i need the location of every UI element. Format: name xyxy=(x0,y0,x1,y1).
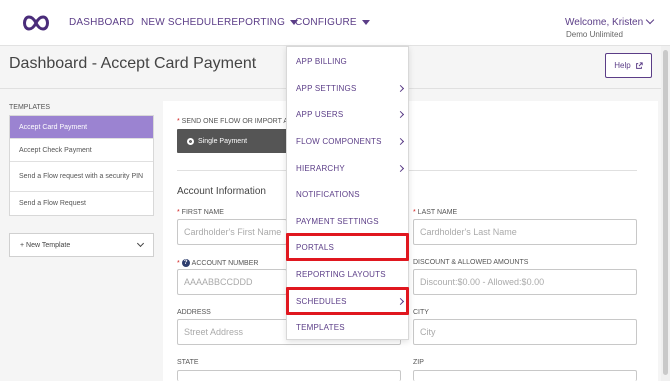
city-label: CITY xyxy=(413,309,429,316)
info-icon[interactable]: ? xyxy=(181,259,190,267)
last-name-label-text: LAST NAME xyxy=(417,209,458,216)
chevron-right-icon xyxy=(396,164,405,173)
discount-field[interactable]: Discount:$0.00 - Allowed:$0.00 xyxy=(413,269,637,295)
help-button-label: Help xyxy=(614,61,631,70)
menu-item-portals[interactable]: PORTALS xyxy=(296,243,334,252)
first-name-field[interactable]: Cardholder's First Name xyxy=(177,219,287,245)
new-template-dropdown[interactable]: + New Template xyxy=(9,233,154,257)
nav-dashboard[interactable]: DASHBOARD xyxy=(69,17,134,28)
account-information-heading: Account Information xyxy=(177,186,266,197)
nav-configure[interactable]: CONFIGURE xyxy=(295,17,370,28)
discount-label: DISCOUNT & ALLOWED AMOUNTS xyxy=(413,259,529,266)
configure-dropdown-menu: APP BILLING APP SETTINGS APP USERS FLOW … xyxy=(286,46,409,340)
last-name-label: * LAST NAME xyxy=(413,209,457,216)
nav-reporting-label: REPORTING xyxy=(224,17,286,28)
flow-mode-label-text: SEND ONE FLOW OR IMPORT A xyxy=(181,118,288,125)
menu-item-app-billing[interactable]: APP BILLING xyxy=(296,57,347,66)
city-field[interactable]: City xyxy=(413,319,637,345)
chevron-right-icon xyxy=(396,137,405,146)
address-label: ADDRESS xyxy=(177,309,211,316)
zip-field[interactable] xyxy=(413,370,637,381)
nav-configure-label: CONFIGURE xyxy=(295,17,357,28)
menu-item-payment-settings[interactable]: PAYMENT SETTINGS xyxy=(296,217,379,226)
chevron-down-icon xyxy=(136,239,145,247)
zip-label: ZIP xyxy=(413,359,424,366)
menu-item-app-settings[interactable]: APP SETTINGS xyxy=(296,84,357,93)
menu-item-app-users[interactable]: APP USERS xyxy=(296,110,343,119)
radio-selected-icon xyxy=(187,137,194,145)
nav-reporting[interactable]: REPORTING xyxy=(224,17,299,28)
organization-name: Demo Unlimited xyxy=(566,30,623,39)
chevron-down-icon xyxy=(645,15,655,25)
chevron-right-icon xyxy=(396,110,405,119)
caret-down-icon xyxy=(361,19,370,25)
template-flow-request-pin[interactable]: Send a Flow request with a security PIN xyxy=(10,162,153,192)
page-scrollbar-thumb[interactable] xyxy=(663,50,668,375)
menu-item-reporting-layouts[interactable]: REPORTING LAYOUTS xyxy=(296,270,386,279)
menu-item-schedules[interactable]: SCHEDULES xyxy=(296,297,347,306)
template-accept-card-payment[interactable]: Accept Card Payment xyxy=(10,116,153,139)
single-payment-option[interactable]: Single Payment xyxy=(177,129,292,153)
menu-item-templates[interactable]: TEMPLATES xyxy=(296,323,345,332)
welcome-text: Welcome, Kristen xyxy=(565,17,644,28)
menu-item-flow-components[interactable]: FLOW COMPONENTS xyxy=(296,137,382,146)
external-link-icon xyxy=(635,61,643,69)
new-template-label: + New Template xyxy=(20,241,71,249)
state-field[interactable] xyxy=(177,370,401,381)
state-label: STATE xyxy=(177,359,199,366)
template-accept-check-payment[interactable]: Accept Check Payment xyxy=(10,139,153,162)
nav-new-schedule[interactable]: NEW SCHEDULE xyxy=(141,17,224,28)
account-number-field[interactable]: AAAABBCCDDD xyxy=(177,269,287,295)
chevron-right-icon xyxy=(396,297,405,306)
flow-mode-label: * SEND ONE FLOW OR IMPORT A xyxy=(177,118,288,125)
help-button[interactable]: Help xyxy=(605,53,652,78)
account-number-label-text: ACCOUNT NUMBER xyxy=(191,259,259,267)
first-name-label: * FIRST NAME xyxy=(177,209,224,216)
single-payment-label: Single Payment xyxy=(198,137,248,145)
top-navigation-bar: DASHBOARD NEW SCHEDULE REPORTING CONFIGU… xyxy=(0,0,670,46)
account-number-label: * ? ACCOUNT NUMBER xyxy=(177,259,258,267)
last-name-field[interactable]: Cardholder's Last Name xyxy=(413,219,637,245)
templates-list: Accept Card Payment Accept Check Payment… xyxy=(9,115,154,216)
user-menu[interactable]: Welcome, Kristen xyxy=(565,15,655,28)
menu-item-hierarchy[interactable]: HIERARCHY xyxy=(296,164,345,173)
page-title: Dashboard - Accept Card Payment xyxy=(9,55,257,72)
required-marker: * xyxy=(177,259,182,267)
infinity-logo-icon[interactable] xyxy=(22,14,50,32)
chevron-right-icon xyxy=(396,84,405,93)
template-send-flow-request[interactable]: Send a Flow Request xyxy=(10,192,153,215)
first-name-label-text: FIRST NAME xyxy=(181,209,224,216)
menu-item-notifications[interactable]: NOTIFICATIONS xyxy=(296,190,360,199)
templates-heading: TEMPLATES xyxy=(9,104,51,111)
